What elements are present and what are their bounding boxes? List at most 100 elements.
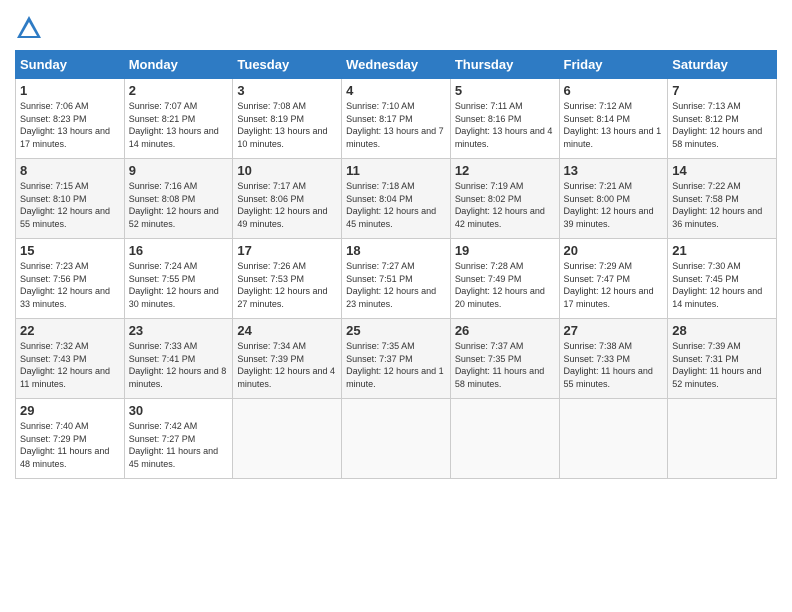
- day-detail: Sunrise: 7:39 AMSunset: 7:31 PMDaylight:…: [672, 340, 772, 390]
- day-number: 1: [20, 83, 120, 98]
- calendar-cell: 8 Sunrise: 7:15 AMSunset: 8:10 PMDaylight…: [16, 159, 125, 239]
- day-number: 20: [564, 243, 664, 258]
- calendar-cell: 17 Sunrise: 7:26 AMSunset: 7:53 PMDayligh…: [233, 239, 342, 319]
- day-number: 18: [346, 243, 446, 258]
- day-detail: Sunrise: 7:35 AMSunset: 7:37 PMDaylight:…: [346, 340, 446, 390]
- day-number: 29: [20, 403, 120, 418]
- header: [15, 10, 777, 42]
- day-number: 13: [564, 163, 664, 178]
- col-friday: Friday: [559, 51, 668, 79]
- calendar-cell: 12 Sunrise: 7:19 AMSunset: 8:02 PMDayligh…: [450, 159, 559, 239]
- day-number: 7: [672, 83, 772, 98]
- calendar-cell: 13Sunrise: 7:21 AMSunset: 8:00 PMDayligh…: [559, 159, 668, 239]
- calendar-cell: 14 Sunrise: 7:22 AMSunset: 7:58 PMDayligh…: [668, 159, 777, 239]
- logo: [15, 14, 45, 42]
- calendar-week-row: 1 Sunrise: 7:06 AMSunset: 8:23 PMDaylight…: [16, 79, 777, 159]
- day-number: 8: [20, 163, 120, 178]
- day-detail: Sunrise: 7:23 AMSunset: 7:56 PMDaylight:…: [20, 260, 120, 310]
- day-number: 5: [455, 83, 555, 98]
- day-number: 15: [20, 243, 120, 258]
- day-detail: Sunrise: 7:07 AMSunset: 8:21 PMDaylight:…: [129, 100, 229, 150]
- calendar-cell: 25 Sunrise: 7:35 AMSunset: 7:37 PMDayligh…: [342, 319, 451, 399]
- calendar-cell: 2 Sunrise: 7:07 AMSunset: 8:21 PMDaylight…: [124, 79, 233, 159]
- calendar-cell: 30Sunrise: 7:42 AMSunset: 7:27 PMDayligh…: [124, 399, 233, 479]
- day-detail: Sunrise: 7:38 AMSunset: 7:33 PMDaylight:…: [564, 340, 664, 390]
- day-number: 17: [237, 243, 337, 258]
- day-number: 21: [672, 243, 772, 258]
- calendar-cell: [559, 399, 668, 479]
- calendar-cell: [342, 399, 451, 479]
- calendar-cell: 10 Sunrise: 7:17 AMSunset: 8:06 PMDayligh…: [233, 159, 342, 239]
- calendar-cell: 24Sunrise: 7:34 AMSunset: 7:39 PMDayligh…: [233, 319, 342, 399]
- day-number: 28: [672, 323, 772, 338]
- calendar-cell: [668, 399, 777, 479]
- calendar-week-row: 22 Sunrise: 7:32 AMSunset: 7:43 PMDayligh…: [16, 319, 777, 399]
- day-detail: Sunrise: 7:17 AMSunset: 8:06 PMDaylight:…: [237, 180, 337, 230]
- day-number: 27: [564, 323, 664, 338]
- day-detail: Sunrise: 7:32 AMSunset: 7:43 PMDaylight:…: [20, 340, 120, 390]
- calendar-cell: [450, 399, 559, 479]
- calendar-cell: 1 Sunrise: 7:06 AMSunset: 8:23 PMDaylight…: [16, 79, 125, 159]
- day-detail: Sunrise: 7:18 AMSunset: 8:04 PMDaylight:…: [346, 180, 446, 230]
- day-detail: Sunrise: 7:15 AMSunset: 8:10 PMDaylight:…: [20, 180, 120, 230]
- calendar-cell: 6 Sunrise: 7:12 AMSunset: 8:14 PMDaylight…: [559, 79, 668, 159]
- col-thursday: Thursday: [450, 51, 559, 79]
- calendar-cell: 26 Sunrise: 7:37 AMSunset: 7:35 PMDayligh…: [450, 319, 559, 399]
- calendar-cell: 5Sunrise: 7:11 AMSunset: 8:16 PMDaylight…: [450, 79, 559, 159]
- logo-icon: [15, 14, 43, 42]
- day-detail: Sunrise: 7:42 AMSunset: 7:27 PMDaylight:…: [129, 420, 229, 470]
- day-detail: Sunrise: 7:12 AMSunset: 8:14 PMDaylight:…: [564, 100, 664, 150]
- day-number: 12: [455, 163, 555, 178]
- col-saturday: Saturday: [668, 51, 777, 79]
- col-sunday: Sunday: [16, 51, 125, 79]
- col-monday: Monday: [124, 51, 233, 79]
- calendar-cell: 15 Sunrise: 7:23 AMSunset: 7:56 PMDayligh…: [16, 239, 125, 319]
- day-detail: Sunrise: 7:26 AMSunset: 7:53 PMDaylight:…: [237, 260, 337, 310]
- calendar-cell: 18Sunrise: 7:27 AMSunset: 7:51 PMDayligh…: [342, 239, 451, 319]
- day-detail: Sunrise: 7:19 AMSunset: 8:02 PMDaylight:…: [455, 180, 555, 230]
- day-detail: Sunrise: 7:24 AMSunset: 7:55 PMDaylight:…: [129, 260, 229, 310]
- col-tuesday: Tuesday: [233, 51, 342, 79]
- calendar-cell: 29 Sunrise: 7:40 AMSunset: 7:29 PMDayligh…: [16, 399, 125, 479]
- calendar-cell: [233, 399, 342, 479]
- day-detail: Sunrise: 7:29 AMSunset: 7:47 PMDaylight:…: [564, 260, 664, 310]
- day-number: 16: [129, 243, 229, 258]
- calendar-cell: 22 Sunrise: 7:32 AMSunset: 7:43 PMDayligh…: [16, 319, 125, 399]
- day-number: 10: [237, 163, 337, 178]
- day-number: 19: [455, 243, 555, 258]
- day-detail: Sunrise: 7:10 AMSunset: 8:17 PMDaylight:…: [346, 100, 446, 150]
- day-number: 23: [129, 323, 229, 338]
- page: Sunday Monday Tuesday Wednesday Thursday…: [0, 0, 792, 612]
- day-detail: Sunrise: 7:08 AMSunset: 8:19 PMDaylight:…: [237, 100, 337, 150]
- day-number: 26: [455, 323, 555, 338]
- day-detail: Sunrise: 7:37 AMSunset: 7:35 PMDaylight:…: [455, 340, 555, 390]
- calendar-cell: 20 Sunrise: 7:29 AMSunset: 7:47 PMDayligh…: [559, 239, 668, 319]
- day-detail: Sunrise: 7:13 AMSunset: 8:12 PMDaylight:…: [672, 100, 772, 150]
- calendar-table: Sunday Monday Tuesday Wednesday Thursday…: [15, 50, 777, 479]
- calendar-cell: 3 Sunrise: 7:08 AMSunset: 8:19 PMDaylight…: [233, 79, 342, 159]
- calendar-cell: 21 Sunrise: 7:30 AMSunset: 7:45 PMDayligh…: [668, 239, 777, 319]
- day-detail: Sunrise: 7:40 AMSunset: 7:29 PMDaylight:…: [20, 420, 120, 470]
- day-detail: Sunrise: 7:34 AMSunset: 7:39 PMDaylight:…: [237, 340, 337, 390]
- calendar-cell: 28 Sunrise: 7:39 AMSunset: 7:31 PMDayligh…: [668, 319, 777, 399]
- day-number: 11: [346, 163, 446, 178]
- col-wednesday: Wednesday: [342, 51, 451, 79]
- day-number: 25: [346, 323, 446, 338]
- day-number: 2: [129, 83, 229, 98]
- calendar-week-row: 15 Sunrise: 7:23 AMSunset: 7:56 PMDayligh…: [16, 239, 777, 319]
- calendar-header-row: Sunday Monday Tuesday Wednesday Thursday…: [16, 51, 777, 79]
- day-detail: Sunrise: 7:30 AMSunset: 7:45 PMDaylight:…: [672, 260, 772, 310]
- calendar-week-row: 8 Sunrise: 7:15 AMSunset: 8:10 PMDaylight…: [16, 159, 777, 239]
- day-number: 3: [237, 83, 337, 98]
- day-number: 6: [564, 83, 664, 98]
- calendar-cell: 19Sunrise: 7:28 AMSunset: 7:49 PMDayligh…: [450, 239, 559, 319]
- day-detail: Sunrise: 7:22 AMSunset: 7:58 PMDaylight:…: [672, 180, 772, 230]
- day-number: 14: [672, 163, 772, 178]
- day-detail: Sunrise: 7:16 AMSunset: 8:08 PMDaylight:…: [129, 180, 229, 230]
- calendar-week-row: 29 Sunrise: 7:40 AMSunset: 7:29 PMDayligh…: [16, 399, 777, 479]
- calendar-cell: 4Sunrise: 7:10 AMSunset: 8:17 PMDaylight…: [342, 79, 451, 159]
- calendar-cell: 9Sunrise: 7:16 AMSunset: 8:08 PMDaylight…: [124, 159, 233, 239]
- day-number: 22: [20, 323, 120, 338]
- calendar-body: 1 Sunrise: 7:06 AMSunset: 8:23 PMDaylight…: [16, 79, 777, 479]
- day-detail: Sunrise: 7:06 AMSunset: 8:23 PMDaylight:…: [20, 100, 120, 150]
